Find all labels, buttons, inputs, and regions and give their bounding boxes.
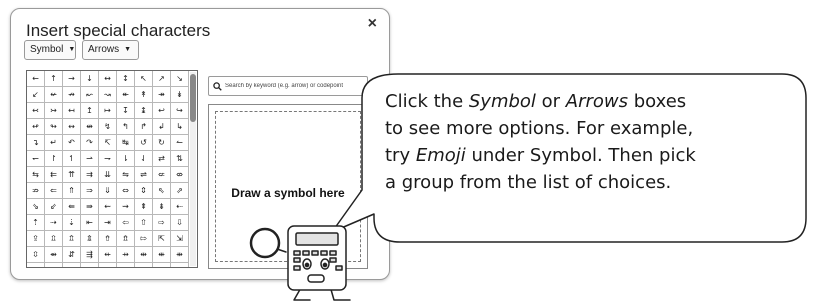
calculator-mascot-icon (249, 225, 351, 301)
